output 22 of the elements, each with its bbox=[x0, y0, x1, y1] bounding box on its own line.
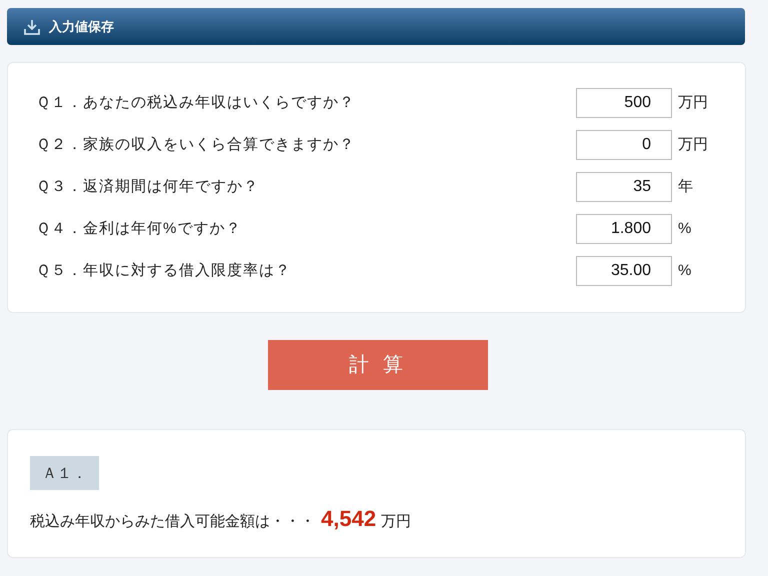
answer-amount: 4,542 bbox=[321, 505, 376, 533]
question-label: Ｑ３．返済期間は何年ですか？ bbox=[36, 176, 260, 197]
download-icon bbox=[23, 18, 41, 36]
question-label: Ｑ５．年収に対する借入限度率は？ bbox=[36, 260, 292, 281]
answer-text: 税込み年収からみた借入可能金額は・・・ bbox=[30, 512, 315, 532]
question-label: Ｑ４．金利は年何%ですか？ bbox=[36, 218, 242, 239]
header-title: 入力値保存 bbox=[49, 18, 114, 36]
save-header-bar[interactable]: 入力値保存 bbox=[7, 8, 745, 45]
input-field[interactable]: 0 bbox=[576, 130, 672, 160]
input-field[interactable]: 35 bbox=[576, 172, 672, 202]
answer-label: Ａ１． bbox=[30, 456, 99, 490]
answer-unit: 万円 bbox=[381, 512, 412, 532]
input-field[interactable]: 500 bbox=[576, 88, 672, 118]
question-label: Ｑ２．家族の収入をいくら合算できますか？ bbox=[36, 134, 356, 155]
unit-label: 万円 bbox=[678, 134, 708, 155]
question-label: Ｑ１．あなたの税込み年収はいくらですか？ bbox=[36, 92, 356, 113]
unit-label: 万円 bbox=[678, 92, 708, 113]
unit-label: 年 bbox=[678, 176, 693, 197]
input-field[interactable]: 1.800 bbox=[576, 214, 672, 244]
unit-label: % bbox=[678, 218, 692, 239]
unit-label: % bbox=[678, 260, 692, 281]
input-field[interactable]: 35.00 bbox=[576, 256, 672, 286]
